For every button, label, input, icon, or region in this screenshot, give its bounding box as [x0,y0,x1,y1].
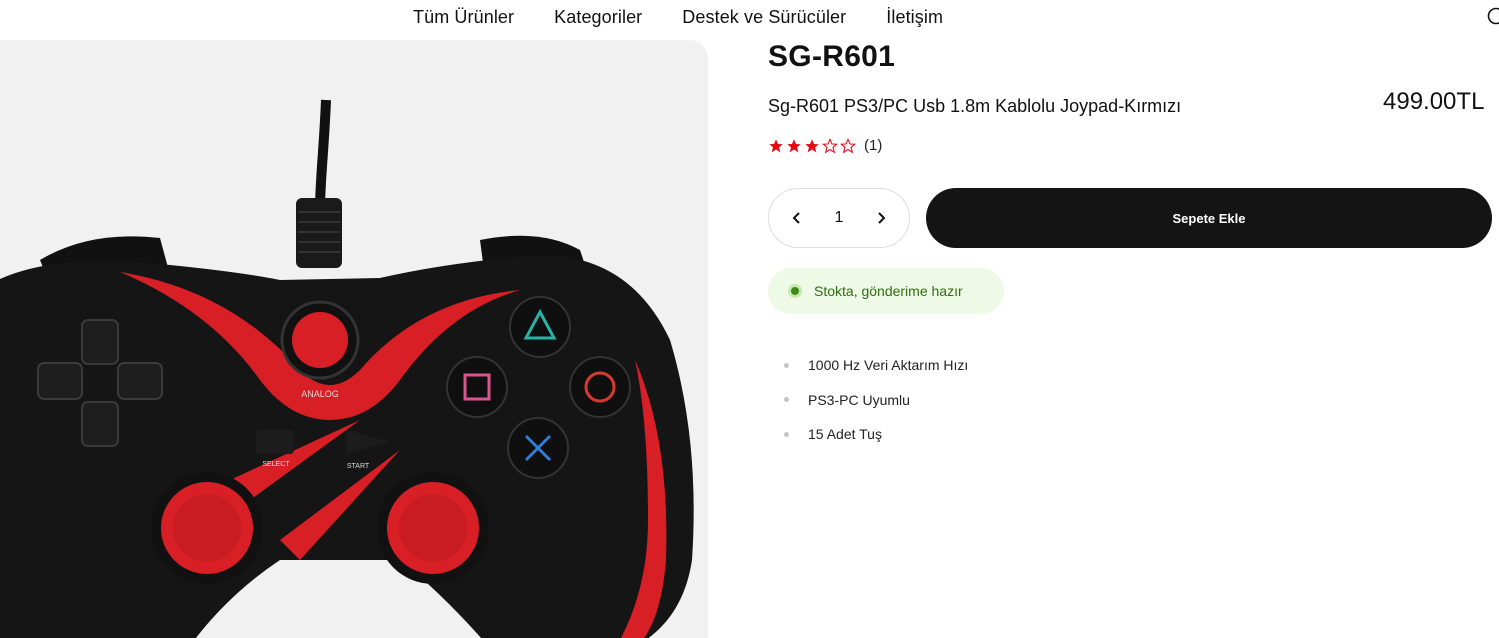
nav-link-contact[interactable]: İletişim [886,7,943,28]
nav-link-support-drivers[interactable]: Destek ve Sürücüler [682,7,846,28]
quantity-increase-button[interactable] [873,210,889,226]
product-title: SG-R601 [768,40,896,73]
feature-text: PS3-PC Uyumlu [808,391,910,408]
feature-list: 1000 Hz Veri Aktarım Hızı PS3-PC Uyumlu … [784,348,968,452]
analog-label: ANALOG [301,389,339,399]
product-subtitle: Sg-R601 PS3/PC Usb 1.8m Kablolu Joypad-K… [768,96,1182,116]
bullet-icon [784,397,789,403]
bullet-icon [784,431,789,437]
chevron-left-icon [792,212,800,224]
quantity-input[interactable] [824,209,854,227]
product-rating[interactable]: (1) [768,137,882,154]
stock-status-badge: Stokta, gönderime hazır [768,268,1004,314]
stock-status-text: Stokta, gönderime hazır [814,283,963,299]
top-navigation: Tüm Ürünler Kategoriler Destek ve Sürücü… [0,0,1499,36]
star-filled-icon [805,138,819,152]
rating-count: (1) [864,137,883,154]
star-outline-icon [840,137,856,154]
gamepad-illustration: ANALOG SELECT START [0,99,694,638]
chevron-right-icon [878,212,886,224]
quantity-stepper [768,188,910,248]
feature-text: 1000 Hz Veri Aktarım Hızı [808,357,969,374]
feature-text: 15 Adet Tuş [808,426,882,443]
star-filled-icon [769,138,783,152]
quantity-decrease-button[interactable] [789,210,805,226]
add-to-cart-button[interactable]: Sepete Ekle [926,188,1492,248]
select-label: SELECT [262,461,290,468]
nav-link-categories[interactable]: Kategoriler [554,7,642,28]
star-outline-icon [822,137,838,154]
feature-item: 1000 Hz Veri Aktarım Hızı [784,348,968,383]
star-filled-icon [787,138,801,152]
bullet-icon [784,362,789,368]
feature-item: 15 Adet Tuş [784,417,968,452]
feature-item: PS3-PC Uyumlu [784,383,968,418]
search-icon[interactable] [1486,6,1499,28]
start-label: START [347,463,370,470]
stock-dot-icon [788,284,802,298]
nav-link-all-products[interactable]: Tüm Ürünler [413,7,514,28]
nav-links: Tüm Ürünler Kategoriler Destek ve Sürücü… [413,7,943,28]
product-price: 499.00TL [1383,88,1485,115]
product-image: ANALOG SELECT START [0,40,708,638]
